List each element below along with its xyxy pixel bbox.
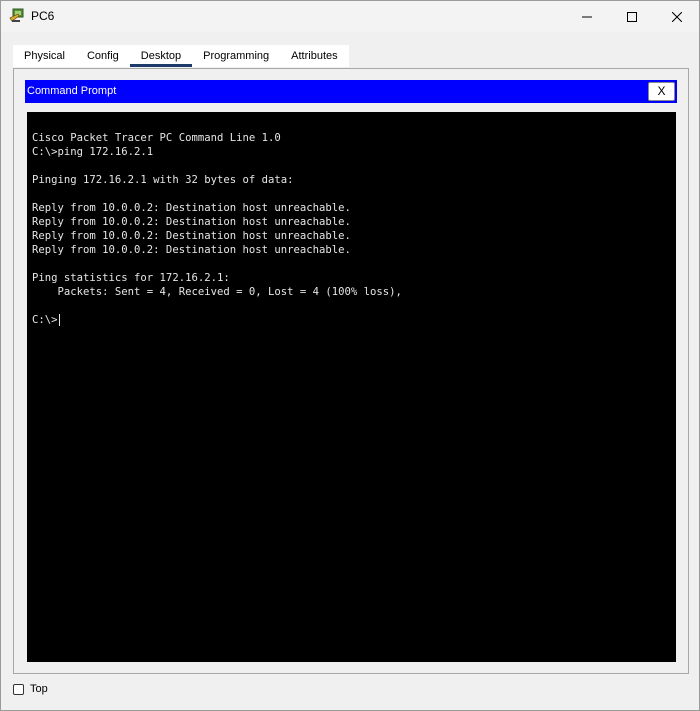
- maximize-button[interactable]: [609, 1, 655, 32]
- tab-attributes[interactable]: Attributes: [280, 45, 349, 67]
- terminal-line: Reply from 10.0.0.2: Destination host un…: [32, 202, 351, 214]
- command-prompt-close-button[interactable]: X: [648, 82, 675, 101]
- tab-desktop[interactable]: Desktop: [129, 45, 193, 67]
- text-cursor: [58, 314, 60, 326]
- tab-config[interactable]: Config: [75, 45, 130, 67]
- top-checkbox[interactable]: [13, 683, 24, 695]
- tab-programming[interactable]: Programming: [192, 45, 281, 67]
- minimize-button[interactable]: [564, 1, 610, 32]
- maximize-icon: [627, 11, 637, 22]
- top-label: Top: [30, 683, 48, 695]
- packet-tracer-pc-icon: [9, 8, 24, 22]
- terminal-line: Ping statistics for 172.16.2.1:: [32, 272, 230, 284]
- terminal-line: Cisco Packet Tracer PC Command Line 1.0: [32, 132, 281, 144]
- close-window-button[interactable]: [654, 1, 700, 32]
- desktop-panel: Command Prompt X Cisco Packet Tracer PC …: [13, 68, 689, 674]
- top-option[interactable]: Top: [13, 683, 48, 695]
- terminal-lines: Cisco Packet Tracer PC Command Line 1.0 C…: [32, 131, 676, 313]
- window-title: PC6: [31, 9, 55, 23]
- terminal-line: Packets: Sent = 4, Received = 0, Lost = …: [32, 286, 402, 298]
- close-icon: [672, 11, 682, 22]
- command-prompt-title: Command Prompt: [27, 85, 117, 97]
- device-tabs: Physical Config Desktop Programming Attr…: [13, 45, 349, 68]
- terminal-line: C:\>ping 172.16.2.1: [32, 146, 154, 158]
- terminal-line: Reply from 10.0.0.2: Destination host un…: [32, 230, 351, 242]
- terminal-prompt-line[interactable]: C:\>: [32, 313, 676, 327]
- tab-physical[interactable]: Physical: [13, 45, 76, 67]
- terminal-prompt: C:\>: [32, 314, 58, 326]
- terminal-line: Reply from 10.0.0.2: Destination host un…: [32, 216, 351, 228]
- pc6-window: PC6 Physical Config Desktop Programming …: [0, 0, 700, 711]
- title-bar[interactable]: PC6: [1, 1, 699, 32]
- command-prompt-header: Command Prompt X: [25, 80, 677, 103]
- terminal-line: Pinging 172.16.2.1 with 32 bytes of data…: [32, 174, 294, 186]
- minimize-icon: [582, 16, 592, 17]
- terminal-line: Reply from 10.0.0.2: Destination host un…: [32, 244, 351, 256]
- terminal-output[interactable]: Cisco Packet Tracer PC Command Line 1.0 C…: [27, 112, 676, 662]
